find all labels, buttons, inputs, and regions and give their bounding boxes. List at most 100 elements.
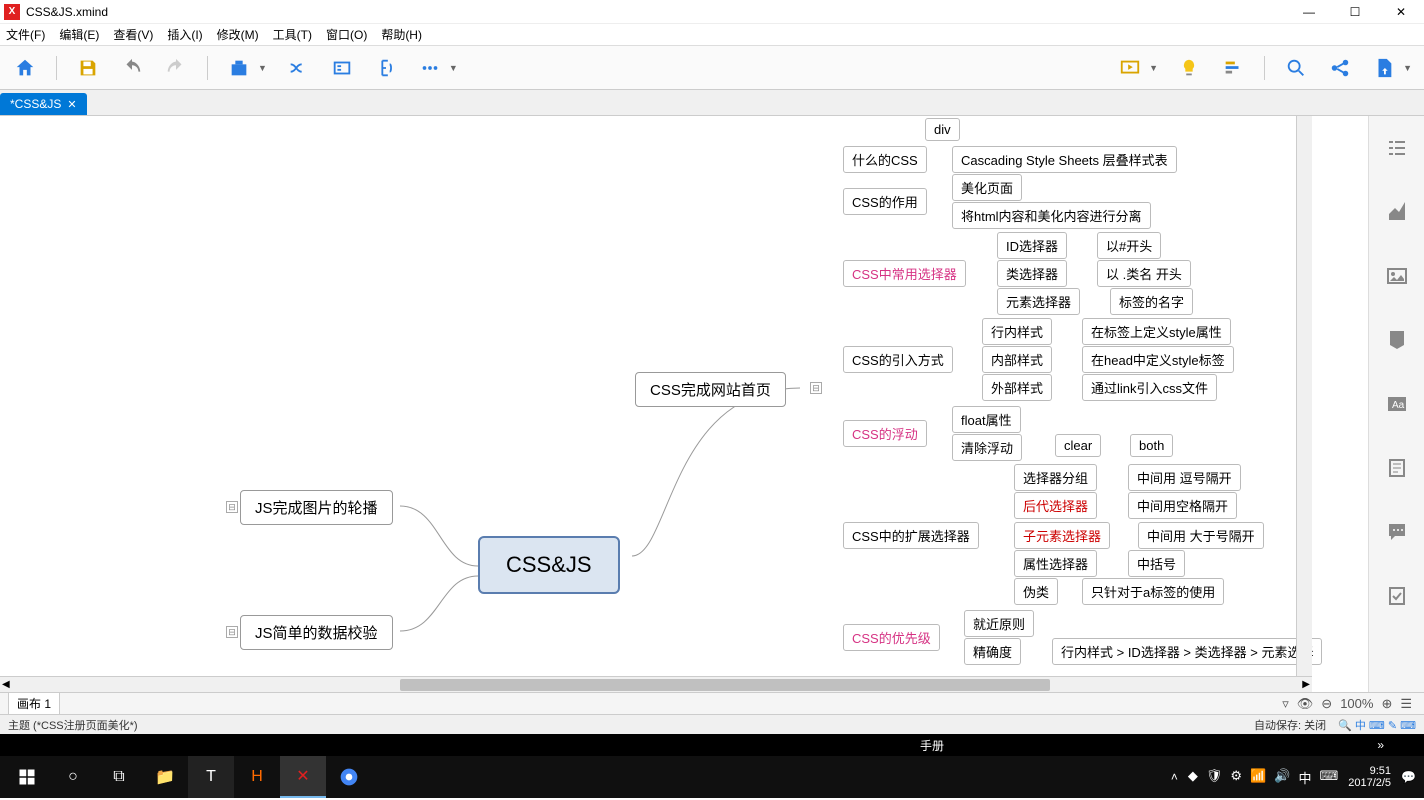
document-tab[interactable]: *CSS&JS ✕ bbox=[0, 93, 87, 115]
tray-ime-icon[interactable]: 中 bbox=[1298, 768, 1311, 787]
format-icon[interactable] bbox=[1385, 200, 1409, 224]
leaf-group-selector[interactable]: 选择器分组 bbox=[1014, 464, 1097, 491]
scroll-thumb[interactable] bbox=[400, 679, 1050, 691]
leaf-id-selector[interactable]: ID选择器 bbox=[997, 232, 1067, 259]
topic-css-homepage[interactable]: CSS完成网站首页 bbox=[635, 372, 786, 407]
leaf-descendant-desc[interactable]: 中间用空格隔开 bbox=[1128, 492, 1237, 519]
topic-what-css[interactable]: 什么的CSS bbox=[843, 146, 927, 173]
marker-icon[interactable] bbox=[1385, 328, 1409, 352]
tray-volume-icon[interactable]: 🔊 bbox=[1274, 768, 1290, 787]
explorer-button[interactable]: 📁 bbox=[142, 756, 188, 798]
font-icon[interactable]: Aa bbox=[1385, 392, 1409, 416]
leaf-float-attr[interactable]: float属性 bbox=[952, 406, 1021, 433]
menu-insert[interactable]: 插入(I) bbox=[167, 26, 202, 43]
leaf-attr-selector[interactable]: 属性选择器 bbox=[1014, 550, 1097, 577]
leaf-child-selector[interactable]: 子元素选择器 bbox=[1014, 522, 1110, 549]
topic-js-carousel[interactable]: JS完成图片的轮播 bbox=[240, 490, 393, 525]
zoom-in-icon[interactable]: ⊕ bbox=[1381, 696, 1392, 712]
comments-icon[interactable] bbox=[1385, 520, 1409, 544]
tray-settings-icon[interactable]: ⚙ bbox=[1230, 768, 1242, 787]
zoom-out-icon[interactable]: ⊖ bbox=[1321, 696, 1332, 712]
horizontal-scrollbar[interactable]: ◀ ▶ bbox=[0, 676, 1312, 692]
expand-toggle[interactable]: ⊟ bbox=[226, 501, 238, 513]
leaf-external-style[interactable]: 外部样式 bbox=[982, 374, 1052, 401]
minimize-button[interactable]: — bbox=[1286, 0, 1332, 24]
undo-button[interactable] bbox=[119, 55, 145, 81]
fit-icon[interactable]: ☰ bbox=[1400, 696, 1412, 712]
scroll-left-icon[interactable]: ◀ bbox=[2, 679, 10, 690]
expand-toggle[interactable]: ⊟ bbox=[810, 382, 822, 394]
gantt-button[interactable] bbox=[1220, 55, 1246, 81]
task-icon[interactable] bbox=[1385, 584, 1409, 608]
topic-css-float[interactable]: CSS的浮动 bbox=[843, 420, 927, 447]
leaf-cascading[interactable]: Cascading Style Sheets 层叠样式表 bbox=[952, 146, 1177, 173]
redo-button[interactable] bbox=[163, 55, 189, 81]
leaf-div[interactable]: div bbox=[925, 118, 960, 141]
menu-window[interactable]: 窗口(O) bbox=[326, 26, 367, 43]
topic-css-selectors[interactable]: CSS中常用选择器 bbox=[843, 260, 966, 287]
tray-network-icon[interactable]: 📶 bbox=[1250, 768, 1266, 787]
tray-app-icon[interactable]: ◆ bbox=[1188, 768, 1198, 787]
clock[interactable]: 9:51 2017/2/5 bbox=[1348, 765, 1391, 789]
chevron-icon[interactable]: » bbox=[1377, 738, 1384, 752]
cortana-button[interactable]: ○ bbox=[50, 756, 96, 798]
scroll-right-icon[interactable]: ▶ bbox=[1302, 679, 1310, 690]
chrome-button[interactable] bbox=[326, 756, 372, 798]
maximize-button[interactable]: ☐ bbox=[1332, 0, 1378, 24]
image-icon[interactable] bbox=[1385, 264, 1409, 288]
leaf-pseudo[interactable]: 伪类 bbox=[1014, 578, 1058, 605]
expand-toggle[interactable]: ⊟ bbox=[226, 626, 238, 638]
home-button[interactable] bbox=[12, 55, 38, 81]
export-button[interactable] bbox=[226, 55, 252, 81]
outline-icon[interactable] bbox=[1385, 136, 1409, 160]
ime-indicator[interactable]: 🔍 中 ⌨ ✎ ⌨ bbox=[1338, 717, 1416, 733]
vertical-scrollbar[interactable] bbox=[1296, 116, 1312, 676]
eye-icon[interactable]: 👁 bbox=[1297, 696, 1314, 712]
leaf-class-dot[interactable]: 以 .类名 开头 bbox=[1097, 260, 1191, 287]
leaf-element-selector[interactable]: 元素选择器 bbox=[997, 288, 1080, 315]
save-button[interactable] bbox=[75, 55, 101, 81]
leaf-pseudo-desc[interactable]: 只针对于a标签的使用 bbox=[1082, 578, 1224, 605]
tray-keyboard-icon[interactable]: ⌨ bbox=[1319, 768, 1338, 787]
filter-icon[interactable]: ▿ bbox=[1282, 696, 1289, 712]
menu-view[interactable]: 查看(V) bbox=[113, 26, 153, 43]
manual-label[interactable]: 手册 bbox=[920, 737, 944, 754]
menu-edit[interactable]: 编辑(E) bbox=[59, 26, 99, 43]
leaf-internal-desc[interactable]: 在head中定义style标签 bbox=[1082, 346, 1234, 373]
leaf-inline-style[interactable]: 行内样式 bbox=[982, 318, 1052, 345]
tray-shield-icon[interactable]: 🛡 bbox=[1206, 768, 1223, 787]
leaf-clear[interactable]: clear bbox=[1055, 434, 1101, 457]
relationship-button[interactable] bbox=[285, 55, 311, 81]
topic-css-ext-selectors[interactable]: CSS中的扩展选择器 bbox=[843, 522, 979, 549]
tab-close-icon[interactable]: ✕ bbox=[67, 98, 76, 111]
presentation-button[interactable] bbox=[1117, 55, 1143, 81]
notes-icon[interactable] bbox=[1385, 456, 1409, 480]
menu-help[interactable]: 帮助(H) bbox=[381, 26, 422, 43]
leaf-attr-desc[interactable]: 中括号 bbox=[1128, 550, 1185, 577]
dropdown-icon[interactable]: ▼ bbox=[1403, 63, 1412, 73]
upload-button[interactable] bbox=[1371, 55, 1397, 81]
search-button[interactable] bbox=[1283, 55, 1309, 81]
leaf-proximity[interactable]: 就近原则 bbox=[964, 610, 1034, 637]
share-button[interactable] bbox=[1327, 55, 1353, 81]
leaf-both[interactable]: both bbox=[1130, 434, 1173, 457]
topic-css-purpose[interactable]: CSS的作用 bbox=[843, 188, 927, 215]
leaf-id-hash[interactable]: 以#开头 bbox=[1097, 232, 1161, 259]
xmind-task-button[interactable]: ✕ bbox=[280, 756, 326, 798]
boundary-button[interactable] bbox=[329, 55, 355, 81]
mindmap-canvas[interactable]: CSS&JS ⊟ JS完成图片的轮播 ⊟ JS简单的数据校验 CSS完成网站首页… bbox=[0, 116, 1368, 692]
leaf-beautify[interactable]: 美化页面 bbox=[952, 174, 1022, 201]
dropdown-icon[interactable]: ▼ bbox=[449, 63, 458, 73]
leaf-internal-style[interactable]: 内部样式 bbox=[982, 346, 1052, 373]
leaf-specificity[interactable]: 精确度 bbox=[964, 638, 1021, 665]
leaf-clear-float[interactable]: 清除浮动 bbox=[952, 434, 1022, 461]
more-button[interactable] bbox=[417, 55, 443, 81]
dropdown-icon[interactable]: ▼ bbox=[258, 63, 267, 73]
leaf-tag-name[interactable]: 标签的名字 bbox=[1110, 288, 1193, 315]
menu-file[interactable]: 文件(F) bbox=[6, 26, 45, 43]
topic-css-priority[interactable]: CSS的优先级 bbox=[843, 624, 940, 651]
app-h-button[interactable]: H bbox=[234, 756, 280, 798]
leaf-separate[interactable]: 将html内容和美化内容进行分离 bbox=[952, 202, 1151, 229]
app-t-button[interactable]: T bbox=[188, 756, 234, 798]
menu-tools[interactable]: 工具(T) bbox=[273, 26, 312, 43]
